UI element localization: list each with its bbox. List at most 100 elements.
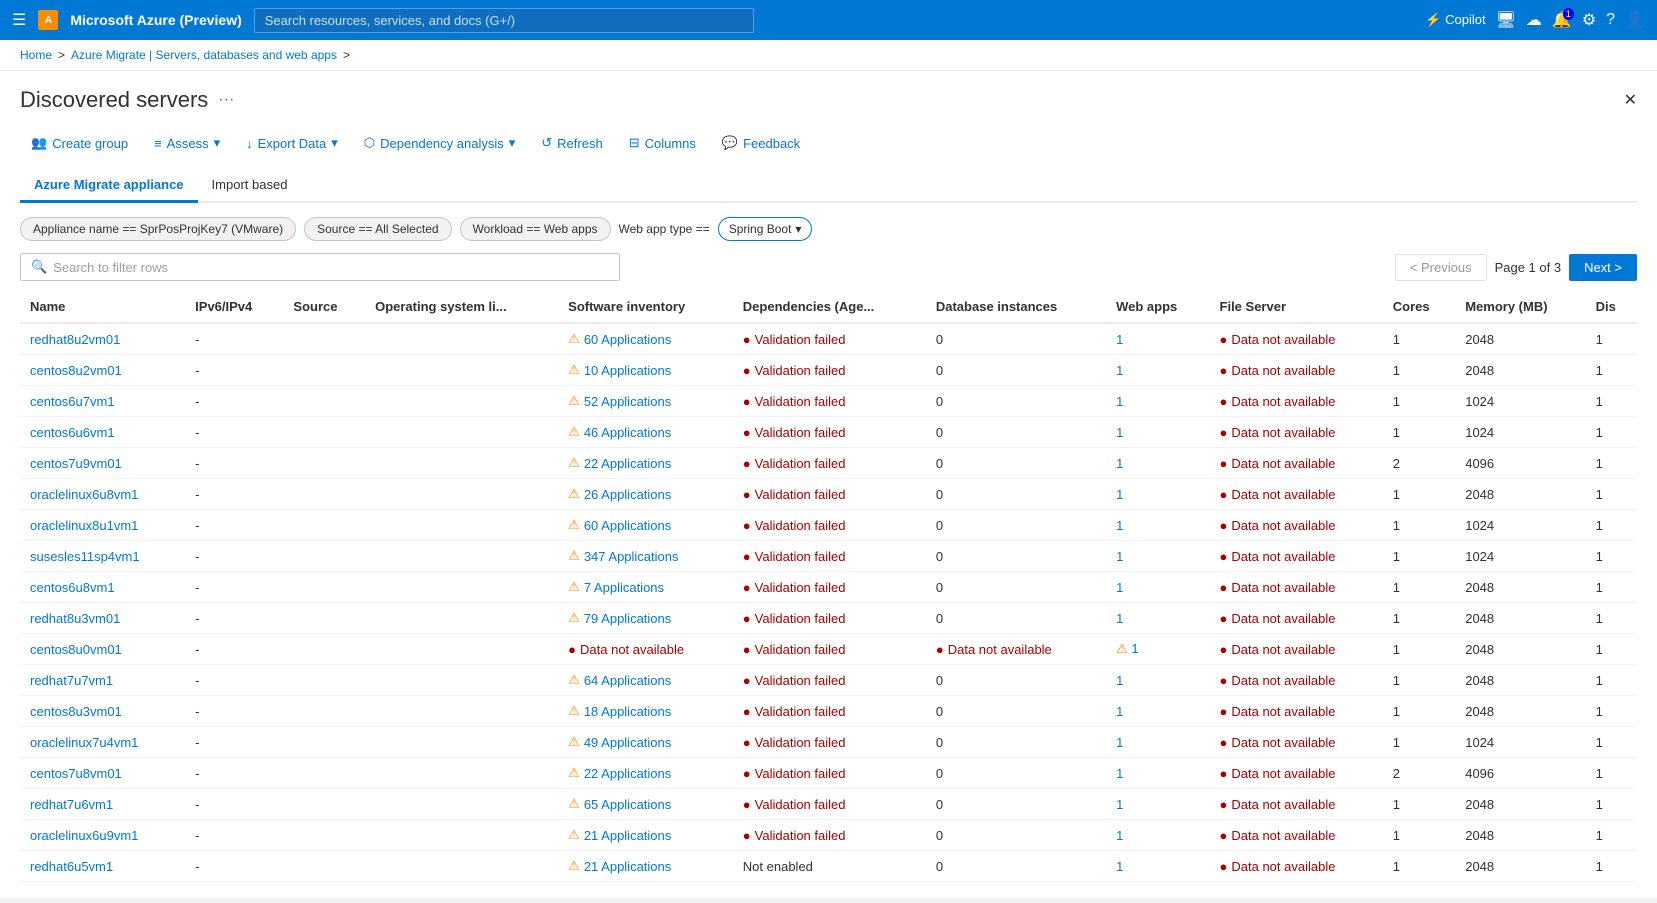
filter-appliance-name[interactable]: Appliance name == SprPosProjKey7 (VMware…: [20, 217, 296, 241]
server-name-link[interactable]: centos6u6vm1: [30, 425, 115, 440]
search-box[interactable]: 🔍 Search to filter rows: [20, 253, 620, 281]
webapps-link[interactable]: 1: [1116, 735, 1123, 750]
webapps-link[interactable]: 1: [1116, 828, 1123, 843]
dependency-analysis-button[interactable]: ⬡ Dependency analysis ▾: [353, 129, 526, 157]
tab-azure-migrate-appliance[interactable]: Azure Migrate appliance: [20, 169, 198, 203]
cell-name: redhat7u6vm1: [20, 789, 185, 820]
software-inv-link[interactable]: 49 Applications: [584, 735, 671, 750]
software-inv-link[interactable]: 347 Applications: [584, 549, 679, 564]
feedback-button[interactable]: 💬 Feedback: [711, 129, 811, 157]
cell-software: ⚠ 26 Applications: [558, 479, 733, 510]
webapps-link[interactable]: 1: [1131, 641, 1138, 656]
breadcrumb-migrate[interactable]: Azure Migrate | Servers, databases and w…: [71, 48, 337, 62]
columns-button[interactable]: ⊟ Columns: [618, 129, 707, 157]
webapps-link[interactable]: 1: [1116, 766, 1123, 781]
bell-icon[interactable]: 🔔1: [1552, 10, 1572, 30]
export-icon: ↓: [246, 136, 253, 151]
webapps-link[interactable]: 1: [1116, 859, 1123, 874]
software-inv-link[interactable]: 22 Applications: [584, 766, 671, 781]
export-data-button[interactable]: ↓ Export Data ▾: [235, 129, 349, 157]
cell-name: oraclelinux8u1vm1: [20, 510, 185, 541]
webapps-link[interactable]: 1: [1116, 518, 1123, 533]
cell-source: [283, 603, 365, 634]
copilot-button[interactable]: ⚡ Copilot: [1425, 12, 1485, 28]
cell-name: redhat8u3vm01: [20, 603, 185, 634]
close-button[interactable]: ✕: [1624, 90, 1637, 110]
software-inv-link[interactable]: 46 Applications: [584, 425, 671, 440]
software-inv-link[interactable]: 64 Applications: [584, 673, 671, 688]
cell-ipv6: -: [185, 603, 283, 634]
webapps-link[interactable]: 1: [1116, 394, 1123, 409]
server-name-link[interactable]: centos8u0vm01: [30, 642, 122, 657]
software-inv-link[interactable]: 21 Applications: [584, 828, 671, 843]
previous-button[interactable]: < Previous: [1395, 254, 1487, 281]
global-search-input[interactable]: [254, 8, 754, 33]
software-inv-link[interactable]: 65 Applications: [584, 797, 671, 812]
refresh-icon: ↺: [541, 135, 552, 151]
server-name-link[interactable]: oraclelinux8u1vm1: [30, 518, 138, 533]
cell-webapps: 1: [1106, 323, 1209, 355]
cloud-upload-icon[interactable]: ☁: [1526, 10, 1542, 30]
software-inv-link[interactable]: 60 Applications: [584, 332, 671, 347]
monitor-icon[interactable]: 🖥: [1496, 10, 1516, 30]
software-inv-link[interactable]: 21 Applications: [584, 859, 671, 874]
server-name-link[interactable]: redhat6u5vm1: [30, 859, 113, 874]
software-inv-link[interactable]: 18 Applications: [584, 704, 671, 719]
filter-webapp-type-dropdown[interactable]: Spring Boot ▾: [718, 217, 813, 241]
cell-db: 0: [926, 851, 1106, 882]
webapps-link[interactable]: 1: [1116, 425, 1123, 440]
hamburger-menu[interactable]: ☰: [12, 10, 26, 30]
tabs-bar: Azure Migrate appliance Import based: [20, 169, 1637, 203]
software-inv-link[interactable]: 79 Applications: [584, 611, 671, 626]
page-more-button[interactable]: ···: [218, 91, 234, 109]
server-name-link[interactable]: redhat7u7vm1: [30, 673, 113, 688]
software-inv-link[interactable]: 52 Applications: [584, 394, 671, 409]
webapps-link[interactable]: 1: [1116, 332, 1123, 347]
val-failed-icon: ●: [743, 735, 751, 750]
server-name-link[interactable]: redhat7u6vm1: [30, 797, 113, 812]
cell-db: 0: [926, 696, 1106, 727]
cell-dis: 1: [1586, 634, 1637, 665]
cell-os: [365, 510, 558, 541]
breadcrumb-home[interactable]: Home: [20, 48, 52, 62]
server-name-link[interactable]: centos6u7vm1: [30, 394, 115, 409]
server-name-link[interactable]: susesles11sp4vm1: [30, 549, 140, 564]
server-name-link[interactable]: centos7u9vm01: [30, 456, 122, 471]
cell-dis: 1: [1586, 572, 1637, 603]
webapps-link[interactable]: 1: [1116, 704, 1123, 719]
webapps-link[interactable]: 1: [1116, 487, 1123, 502]
create-group-button[interactable]: 👥 Create group: [20, 129, 139, 157]
server-name-link[interactable]: redhat8u2vm01: [30, 332, 120, 347]
help-icon[interactable]: ?: [1606, 11, 1615, 29]
next-button[interactable]: Next >: [1569, 254, 1637, 281]
server-name-link[interactable]: centos8u3vm01: [30, 704, 122, 719]
webapps-link[interactable]: 1: [1116, 797, 1123, 812]
server-name-link[interactable]: centos7u8vm01: [30, 766, 122, 781]
user-icon[interactable]: 👤: [1625, 10, 1645, 30]
software-inv-link[interactable]: 60 Applications: [584, 518, 671, 533]
filter-source[interactable]: Source == All Selected: [304, 217, 451, 241]
server-name-link[interactable]: centos8u2vm01: [30, 363, 122, 378]
software-inv-link[interactable]: 22 Applications: [584, 456, 671, 471]
server-name-link[interactable]: centos6u8vm1: [30, 580, 115, 595]
software-inv-link[interactable]: 7 Applications: [584, 580, 664, 595]
server-name-link[interactable]: redhat8u3vm01: [30, 611, 120, 626]
webapps-link[interactable]: 1: [1116, 549, 1123, 564]
webapps-link[interactable]: 1: [1116, 363, 1123, 378]
webapps-link[interactable]: 1: [1116, 673, 1123, 688]
software-inv-link[interactable]: 10 Applications: [584, 363, 671, 378]
cell-name: oraclelinux6u9vm1: [20, 820, 185, 851]
server-name-link[interactable]: oraclelinux6u8vm1: [30, 487, 138, 502]
filter-workload[interactable]: Workload == Web apps: [460, 217, 611, 241]
cell-memory: 2048: [1455, 572, 1585, 603]
webapps-link[interactable]: 1: [1116, 580, 1123, 595]
refresh-button[interactable]: ↺ Refresh: [530, 129, 613, 157]
tab-import-based[interactable]: Import based: [198, 169, 302, 203]
server-name-link[interactable]: oraclelinux7u4vm1: [30, 735, 138, 750]
server-name-link[interactable]: oraclelinux6u9vm1: [30, 828, 138, 843]
assess-button[interactable]: ≡ Assess ▾: [143, 129, 231, 157]
software-inv-link[interactable]: 26 Applications: [584, 487, 671, 502]
gear-icon[interactable]: ⚙: [1582, 10, 1596, 30]
webapps-link[interactable]: 1: [1116, 611, 1123, 626]
webapps-link[interactable]: 1: [1116, 456, 1123, 471]
